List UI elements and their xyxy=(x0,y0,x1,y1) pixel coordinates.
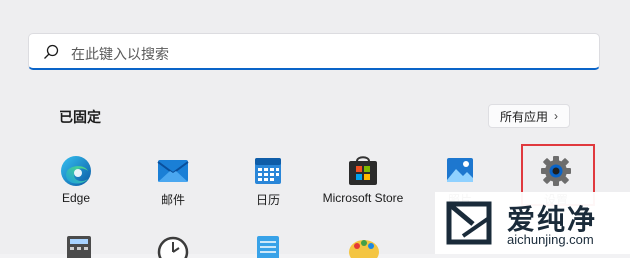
notepad-icon[interactable] xyxy=(250,234,286,258)
all-apps-button[interactable]: 所有应用 › xyxy=(488,104,570,128)
search-placeholder: 在此键入以搜索 xyxy=(71,46,169,62)
pinned-heading: 已固定 xyxy=(59,109,101,125)
app-label: Edge xyxy=(61,191,91,205)
app-label: 邮件 xyxy=(160,193,185,207)
clock-icon[interactable] xyxy=(155,234,191,258)
all-apps-label: 所有应用 xyxy=(499,109,548,124)
calculator-icon[interactable] xyxy=(61,234,97,258)
watermark-logo-icon xyxy=(446,201,492,245)
edge-icon xyxy=(61,156,91,186)
mail-icon xyxy=(157,160,189,182)
search-icon xyxy=(44,44,59,59)
calendar-icon xyxy=(255,158,281,184)
app-calendar[interactable]: 日历 xyxy=(223,153,313,223)
paint-icon[interactable] xyxy=(346,234,382,258)
chevron-right-icon: › xyxy=(554,109,558,123)
app-microsoft-store[interactable]: Microsoft Store xyxy=(318,153,408,223)
app-label: 日历 xyxy=(255,193,280,207)
photos-icon xyxy=(447,158,473,182)
watermark: 爱纯净 aichunjing.com xyxy=(435,192,630,254)
store-icon xyxy=(349,156,377,185)
app-mail[interactable]: 邮件 xyxy=(128,153,218,223)
watermark-url: aichunjing.com xyxy=(507,232,594,247)
app-label: Microsoft Store xyxy=(322,191,404,205)
start-menu-panel: 在此键入以搜索 已固定 所有应用 › Edge 邮件 日历 Microsoft … xyxy=(0,0,630,258)
search-box[interactable]: 在此键入以搜索 xyxy=(28,33,600,70)
app-edge[interactable]: Edge xyxy=(31,153,121,223)
